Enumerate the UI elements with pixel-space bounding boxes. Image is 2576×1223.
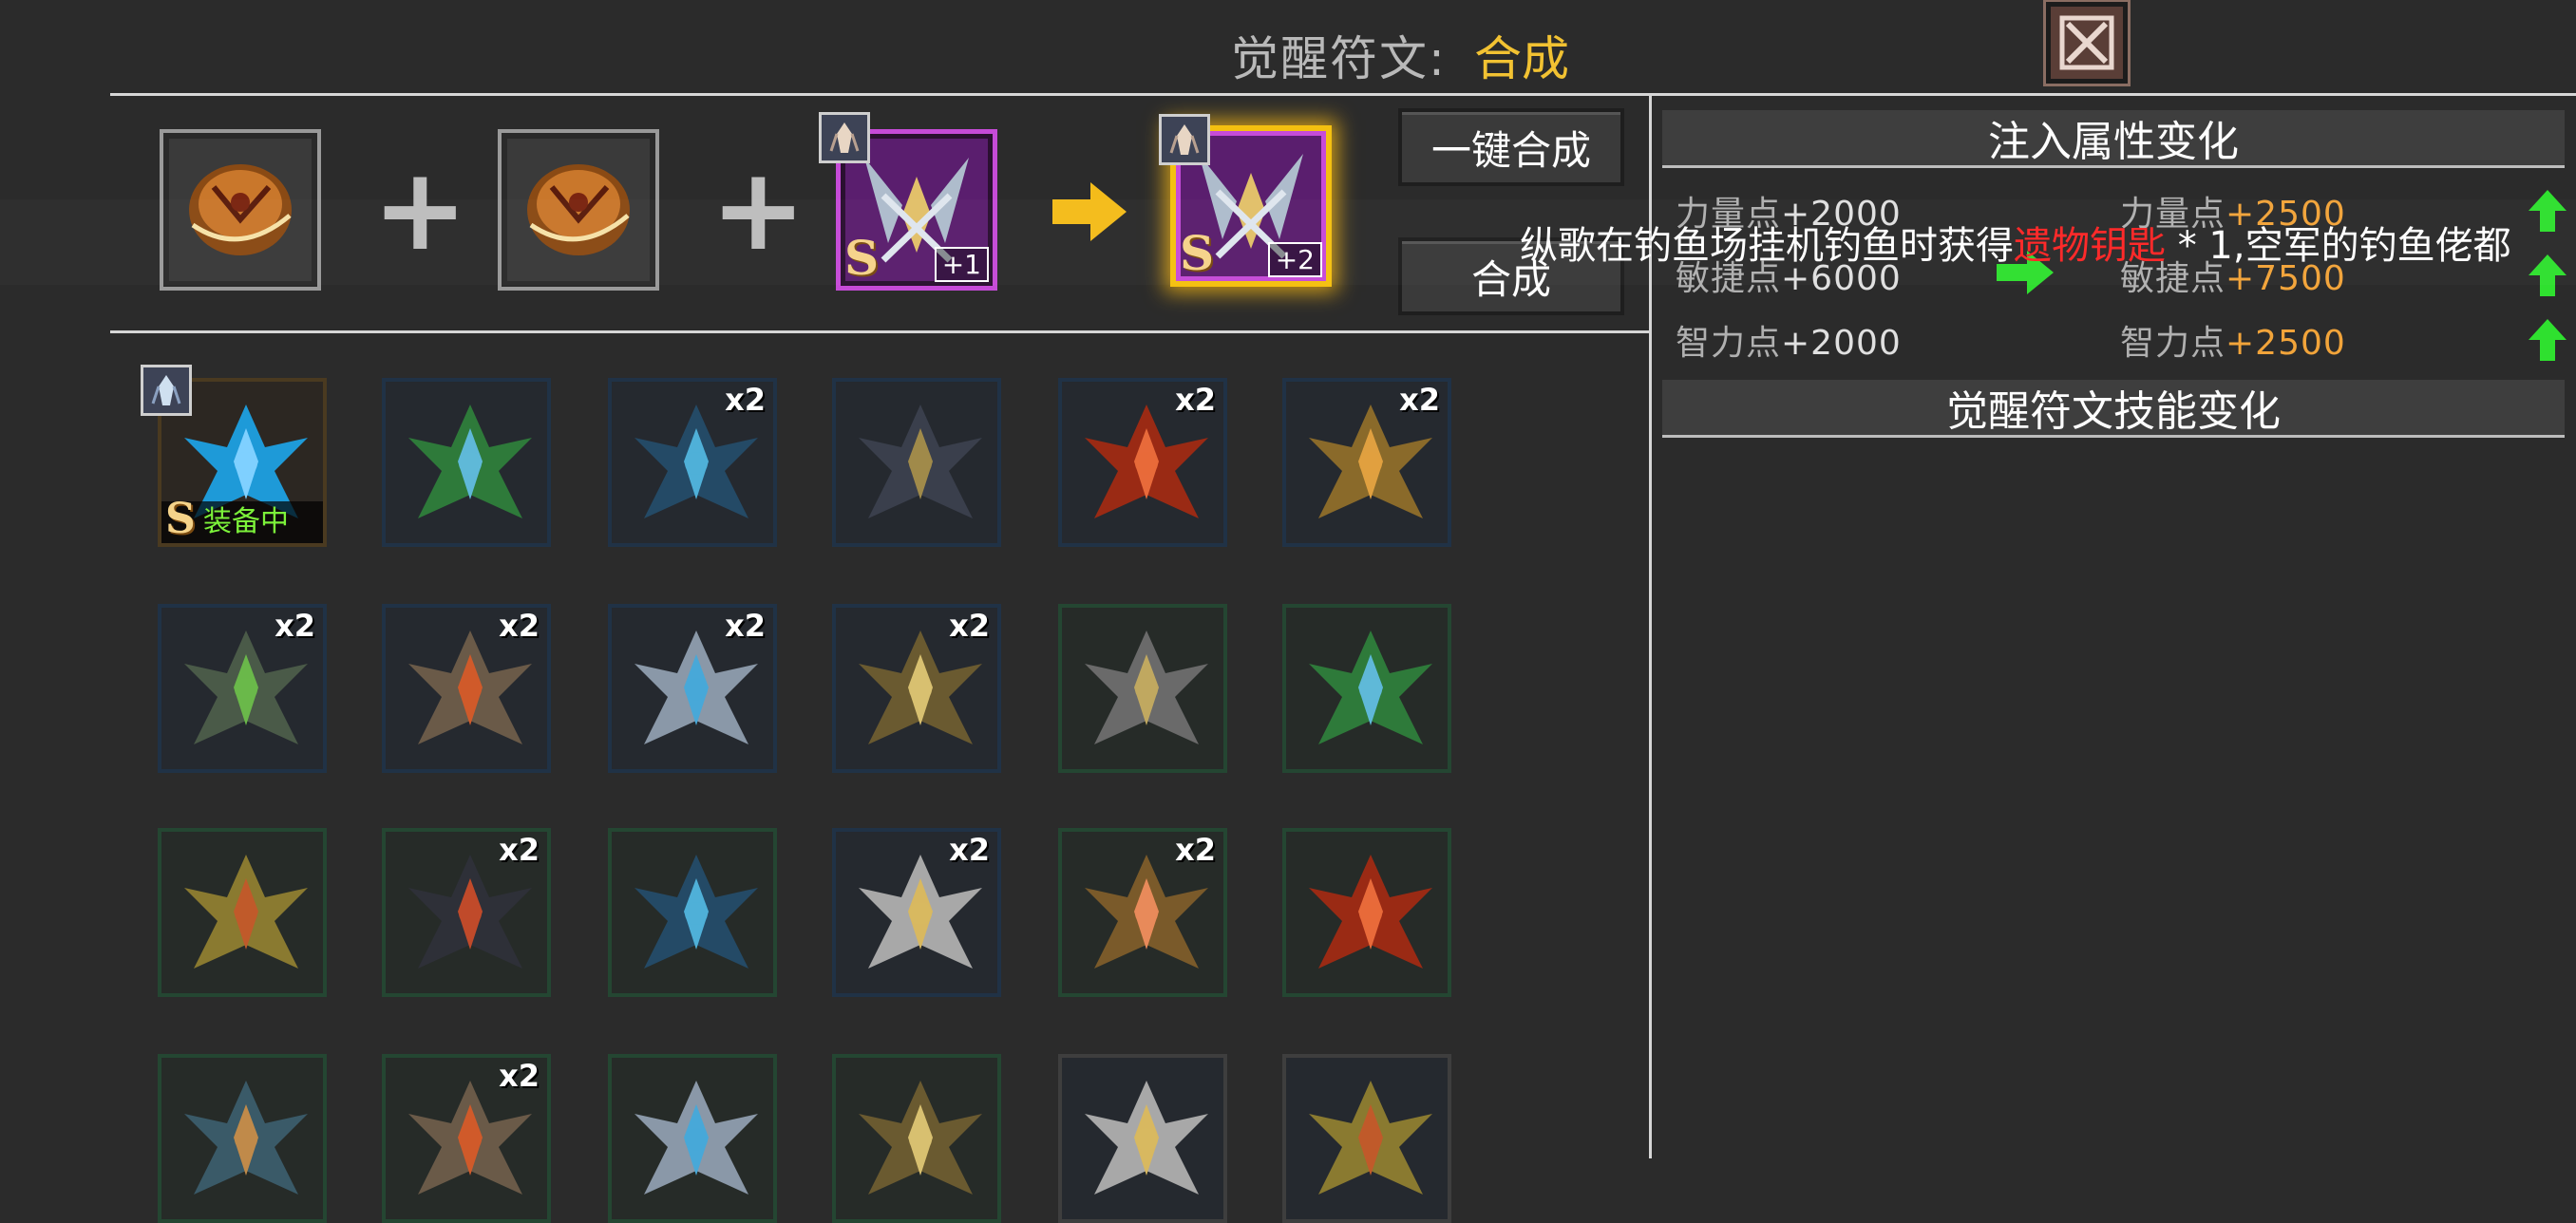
fusion-divider — [110, 330, 1649, 333]
quantity-badge: x2 — [725, 608, 766, 644]
inventory-slot[interactable]: x2 — [1058, 828, 1227, 997]
header-divider — [110, 93, 2576, 96]
inventory-slot[interactable] — [1058, 604, 1227, 773]
quantity-badge: x2 — [1175, 832, 1216, 868]
character-badge — [141, 365, 192, 416]
character-portrait-icon — [1169, 124, 1200, 155]
gold-sword-rune-icon — [859, 1081, 982, 1195]
inventory-slot[interactable]: x2 — [1282, 378, 1451, 547]
character-portrait-icon — [151, 375, 181, 405]
quantity-badge: x2 — [275, 608, 315, 644]
equipped-label: 装备中 — [203, 505, 289, 538]
inventory-slot[interactable] — [608, 828, 777, 997]
dark-shield-rune-icon — [859, 405, 982, 518]
inventory-slot[interactable]: x2 — [1058, 378, 1227, 547]
rank-badge: S — [165, 495, 196, 543]
auto-fuse-button[interactable]: 一键合成 — [1398, 108, 1624, 186]
quantity-badge: x2 — [499, 1058, 540, 1094]
stat-before: 智力点+2000 — [1676, 324, 1902, 363]
banner-text-after: * 1,空军的钓鱼佬都 — [2166, 224, 2511, 268]
inventory-slot[interactable] — [1058, 1054, 1227, 1223]
quantity-badge: x2 — [725, 382, 766, 418]
quantity-badge: x2 — [1399, 382, 1440, 418]
inventory-slot[interactable]: x2 — [382, 828, 551, 997]
inventory-slot[interactable] — [832, 1054, 1001, 1223]
grey-star-rune-icon — [1085, 630, 1208, 744]
inventory-slot[interactable] — [158, 1054, 327, 1223]
green-leaf-wing-rune-icon — [1309, 630, 1432, 744]
red-star-rune-icon — [1309, 855, 1432, 969]
stat-after: 智力点+2500 — [2120, 324, 2346, 363]
teal-shield-rune-icon — [184, 1081, 308, 1195]
character-badge — [1159, 114, 1210, 165]
gold-horn-rune-icon — [1309, 1081, 1432, 1195]
inventory-slot[interactable]: x2 — [382, 604, 551, 773]
inventory-slot[interactable]: x2 — [608, 378, 777, 547]
page-title-value: 合成 — [1474, 31, 1569, 86]
close-button[interactable] — [2043, 0, 2131, 86]
inventory-slot[interactable]: x2 — [832, 604, 1001, 773]
inventory-slot[interactable] — [382, 378, 551, 547]
inventory-slot[interactable] — [1282, 604, 1451, 773]
inventory-slot[interactable]: x2 — [608, 604, 777, 773]
inject-stats-header: 注入属性变化 — [1662, 110, 2565, 168]
quantity-badge: x2 — [949, 832, 990, 868]
inventory-slot[interactable] — [832, 378, 1001, 547]
gold-horn-rune-icon — [184, 855, 308, 969]
quantity-badge: x2 — [499, 832, 540, 868]
green-leaf-wing-rune-icon — [408, 405, 532, 518]
white-wing-rune-icon — [1085, 1081, 1208, 1195]
inventory-slot[interactable] — [158, 828, 327, 997]
banner-highlight: 遗物钥匙 — [2014, 224, 2166, 268]
quantity-badge: x2 — [949, 608, 990, 644]
inventory-slot[interactable]: x2 — [158, 604, 327, 773]
announcement-banner: 纵歌在钓鱼场挂机钓鱼时获得遗物钥匙 * 1,空军的钓鱼佬都 — [1520, 215, 2511, 270]
green-up-arrow-icon — [2529, 319, 2567, 361]
inventory-slot[interactable] — [1282, 1054, 1451, 1223]
page-title-label: 觉醒符文: — [1231, 31, 1447, 86]
silver-wing-rune-icon — [635, 1081, 758, 1195]
banner-text-before: 纵歌在钓鱼场挂机钓鱼时获得 — [1520, 224, 2014, 268]
blue-crystal-rune-icon — [635, 855, 758, 969]
quantity-badge: x2 — [499, 608, 540, 644]
inventory-slot[interactable]: x2 — [832, 828, 1001, 997]
inventory-slot[interactable]: x2 — [382, 1054, 551, 1223]
close-icon — [2059, 15, 2114, 70]
character-badge — [819, 112, 870, 163]
quantity-badge: x2 — [1175, 382, 1216, 418]
inventory-slot[interactable] — [1282, 828, 1451, 997]
skill-change-header: 觉醒符文技能变化 — [1662, 380, 2565, 438]
inventory-slot[interactable] — [608, 1054, 777, 1223]
character-portrait-icon — [829, 122, 860, 153]
